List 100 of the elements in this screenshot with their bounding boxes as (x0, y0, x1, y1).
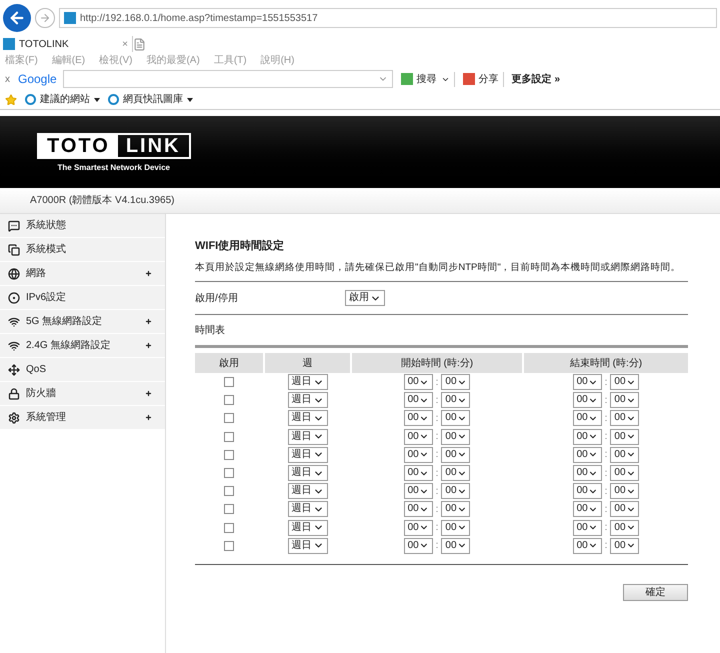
dropdown[interactable]: 00 (610, 428, 640, 445)
dropdown[interactable]: 週日 (288, 374, 328, 390)
new-tab-icon[interactable] (133, 38, 146, 50)
dropdown[interactable]: 週日 (288, 465, 328, 482)
checkbox[interactable] (224, 504, 234, 514)
sidebar-item[interactable]: 5G 無線網路設定 (0, 310, 165, 334)
wifi-icon (8, 316, 20, 328)
dropdown[interactable]: 00 (404, 410, 433, 426)
dropdown[interactable]: 00 (610, 465, 640, 482)
dropdown[interactable]: 00 (441, 501, 470, 518)
dropdown[interactable]: 00 (404, 501, 433, 518)
dropdown[interactable]: 00 (572, 501, 602, 518)
dropdown[interactable]: 00 (404, 483, 433, 500)
more-settings-button[interactable]: 更多設定 » (502, 72, 560, 86)
time-separator: : (436, 502, 438, 517)
checkbox[interactable] (224, 522, 234, 533)
dropdown[interactable]: 00 (404, 520, 433, 536)
browser-tab[interactable]: TOTOLINK × (3, 36, 133, 52)
sidebar-item[interactable]: 防火牆 (0, 382, 165, 406)
time-separator: : (604, 394, 608, 408)
sidebar-item[interactable]: 系統狀態 (0, 214, 165, 238)
dropdown[interactable]: 00 (572, 392, 602, 408)
close-toolbar-button[interactable]: x (5, 72, 10, 86)
dropdown[interactable]: 週日 (288, 428, 328, 445)
dropdown[interactable]: 00 (572, 428, 602, 445)
enable-label: 啟用/停用 (195, 292, 239, 306)
dropdown[interactable]: 00 (441, 374, 470, 390)
dropdown[interactable]: 00 (441, 538, 470, 554)
dropdown[interactable]: 00 (572, 446, 602, 463)
search-button[interactable]: 搜尋 (400, 72, 437, 86)
sidebar-item[interactable]: 系統管理 (0, 406, 165, 430)
dropdown[interactable]: 週日 (288, 520, 328, 536)
forward-button[interactable] (35, 8, 55, 28)
dropdown[interactable]: 00 (441, 520, 470, 536)
dropdown[interactable]: 00 (441, 428, 470, 445)
dropdown[interactable]: 週日 (288, 538, 328, 554)
dropdown[interactable]: 00 (572, 465, 602, 482)
dropdown[interactable]: 00 (572, 520, 602, 536)
time-separator: : (436, 448, 438, 462)
column-header: 開始時間 (時:分) (352, 353, 522, 373)
sidebar-item[interactable]: 2.4G 無線網路設定 (0, 334, 165, 358)
dropdown[interactable]: 00 (441, 483, 470, 500)
favorites-star-icon[interactable] (5, 94, 17, 106)
search-field[interactable] (62, 70, 393, 88)
confirm-button[interactable]: 確定 (623, 584, 688, 601)
dropdown[interactable]: 啟用 (345, 290, 385, 306)
dropdown[interactable]: 00 (404, 392, 433, 408)
dropdown[interactable]: 00 (610, 374, 640, 390)
time-separator: : (604, 412, 608, 426)
dropdown[interactable]: 00 (610, 410, 640, 426)
dropdown[interactable]: 00 (404, 428, 433, 445)
caret-icon (187, 98, 193, 102)
caret-icon (94, 98, 100, 102)
back-button[interactable] (3, 4, 31, 32)
favorites-link[interactable]: 建議的網站 (25, 92, 100, 107)
checkbox[interactable] (224, 432, 234, 442)
dropdown[interactable]: 00 (610, 520, 640, 536)
favorites-link[interactable]: 網頁快訊圖庫 (108, 92, 193, 107)
windows-icon (8, 244, 20, 256)
checkbox[interactable] (224, 413, 234, 424)
checkbox[interactable] (224, 540, 234, 551)
dropdown[interactable]: 週日 (288, 483, 328, 500)
dropdown[interactable]: 週日 (288, 392, 328, 408)
checkbox[interactable] (224, 450, 234, 460)
close-tab-button[interactable]: × (122, 36, 132, 52)
time-separator: : (604, 376, 608, 390)
globe-icon (8, 268, 20, 280)
dropdown[interactable]: 00 (572, 410, 602, 426)
dropdown[interactable]: 00 (441, 410, 470, 426)
dropdown[interactable]: 00 (404, 374, 433, 390)
site-icon (3, 38, 15, 50)
column-header: 啟用 (195, 353, 263, 373)
checkbox[interactable] (224, 486, 234, 496)
sidebar-item[interactable]: IPv6設定 (0, 286, 165, 310)
dropdown[interactable]: 00 (572, 483, 602, 500)
column-header: 週 (265, 353, 350, 373)
dropdown[interactable]: 週日 (288, 410, 328, 426)
dropdown[interactable]: 週日 (288, 501, 328, 518)
dropdown[interactable]: 00 (441, 446, 470, 463)
checkbox[interactable] (224, 395, 234, 406)
dropdown[interactable]: 00 (610, 446, 640, 463)
dropdown[interactable]: 00 (610, 538, 640, 554)
dropdown[interactable]: 00 (610, 392, 640, 408)
dropdown[interactable]: 00 (441, 465, 470, 482)
checkbox[interactable] (224, 468, 234, 478)
address-bar[interactable]: http://192.168.0.1/home.asp?timestamp=1551553517 (59, 8, 717, 28)
dropdown[interactable]: 00 (572, 374, 602, 390)
dropdown[interactable]: 00 (404, 446, 433, 463)
dropdown[interactable]: 週日 (288, 446, 328, 463)
dropdown[interactable]: 00 (441, 392, 470, 408)
sidebar-item[interactable]: 網路 (0, 262, 165, 286)
sidebar-item[interactable]: QoS (0, 358, 165, 382)
dropdown[interactable]: 00 (610, 483, 640, 500)
share-button[interactable]: 分享 (454, 72, 499, 86)
checkbox[interactable] (224, 377, 234, 388)
dropdown[interactable]: 00 (404, 538, 433, 554)
dropdown[interactable]: 00 (404, 465, 433, 482)
dropdown[interactable]: 00 (610, 501, 640, 518)
sidebar-item[interactable]: 系統模式 (0, 238, 165, 262)
dropdown[interactable]: 00 (572, 538, 602, 554)
